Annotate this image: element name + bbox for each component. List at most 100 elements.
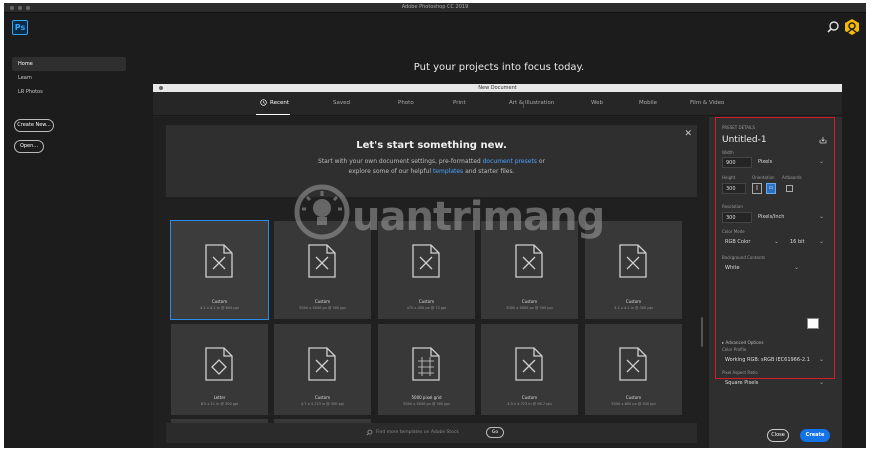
create-button[interactable]: Create: [800, 429, 830, 442]
nav-item-lr-photos[interactable]: LR Photos: [12, 85, 126, 99]
tagline: Put your projects into focus today.: [413, 62, 585, 73]
width-unit-select[interactable]: Pixels ⌄: [755, 157, 827, 168]
advanced-options-toggle[interactable]: ▸ Advanced Options: [722, 340, 764, 345]
bit-depth-select[interactable]: 16 bit ⌄: [787, 237, 827, 248]
left-nav: Home Learn LR Photos: [12, 57, 126, 99]
tab-saved[interactable]: Saved: [333, 100, 350, 106]
search-icon: [366, 429, 373, 436]
color-mode-select[interactable]: RGB Color ⌄: [722, 237, 782, 248]
resolution-label: Resolution: [722, 204, 743, 209]
chevron-down-icon: ⌄: [818, 379, 824, 386]
preset-details-label: PRESET DETAILS: [722, 125, 755, 130]
item-size: 4.7 x 4.723 in @ 300 ppi: [300, 402, 345, 406]
width-input[interactable]: 900: [722, 157, 752, 168]
item-size: 4.5 x 4.723 in @ 96.7 ppi: [507, 402, 552, 406]
color-profile-label: Color Profile: [722, 347, 747, 352]
tab-film-video[interactable]: Film & Video: [690, 100, 724, 106]
resolution-input[interactable]: 300: [722, 212, 752, 223]
dialog-close-dot[interactable]: [159, 86, 163, 90]
height-input[interactable]: 300: [722, 183, 746, 194]
stock-search-bar: Find more templates on Adobe Stock Go: [166, 423, 697, 443]
document-presets-link[interactable]: document presets: [483, 158, 537, 165]
chevron-down-icon: ⌄: [818, 356, 824, 363]
item-name: 5000 pixel grid: [411, 395, 442, 400]
close-button[interactable]: Close: [767, 429, 789, 442]
photoshop-window: Adobe Photoshop CC 2019 Ps Home Learn LR…: [4, 3, 866, 448]
document-icon: [412, 244, 440, 278]
item-name: Custom: [521, 299, 538, 304]
item-name: Letter: [213, 395, 226, 400]
banner-line-2: explore some of our helpful templates an…: [348, 168, 515, 175]
title-bar: Adobe Photoshop CC 2019: [4, 3, 866, 13]
document-icon: [412, 347, 440, 381]
chevron-down-icon: ⌄: [818, 238, 824, 245]
tab-photo[interactable]: Photo: [398, 100, 414, 106]
item-size: 5000 x 5000 px @ 300 ppi: [403, 402, 450, 406]
item-size: 5000 x 5000 px @ 300 ppi: [299, 306, 346, 310]
item-name: Custom: [625, 395, 642, 400]
resolution-unit-select[interactable]: Pixels/Inch ⌄: [755, 212, 827, 223]
artboards-label: Artboards: [782, 175, 802, 180]
stock-search-input[interactable]: Find more templates on Adobe Stock: [376, 430, 459, 435]
recent-item[interactable]: Custom 4.7 x 4.723 in @ 300 ppi: [274, 324, 371, 415]
recent-item[interactable]: Custom 4.1 x 4.1 in @ 600 ppi: [170, 220, 269, 320]
item-size: 4.1 x 4.1 in @ 300 ppi: [614, 306, 653, 310]
portrait-orientation-button[interactable]: ▯: [752, 183, 762, 194]
item-size: 5000 x 600 px @ 300 ppi: [611, 402, 656, 406]
document-icon: [515, 244, 543, 278]
tab-web[interactable]: Web: [591, 100, 603, 106]
lightbulb-logo-icon: [294, 184, 350, 240]
nav-item-home[interactable]: Home: [12, 57, 126, 71]
chevron-down-icon: ⌄: [818, 158, 824, 165]
recent-content: Let's start something new. Start with yo…: [153, 117, 709, 448]
tab-art-illustration[interactable]: Art & Illustration: [509, 100, 554, 106]
landscape-orientation-button[interactable]: ▭: [766, 183, 776, 194]
background-color-swatch[interactable]: [807, 318, 819, 329]
orientation-label: Orientation: [752, 175, 775, 180]
artboards-checkbox[interactable]: [786, 185, 793, 192]
tab-print[interactable]: Print: [453, 100, 466, 106]
create-new-button[interactable]: Create New...: [14, 119, 54, 132]
scrollbar[interactable]: [701, 317, 703, 347]
tab-mobile[interactable]: Mobile: [639, 100, 657, 106]
background-label: Background Contents: [722, 255, 766, 260]
dialog-title: New Document: [153, 84, 842, 92]
go-button[interactable]: Go: [486, 427, 504, 438]
chevron-down-icon: ⌄: [793, 264, 799, 271]
close-icon[interactable]: ✕: [684, 129, 692, 139]
color-mode-label: Color Mode: [722, 229, 745, 234]
document-icon: [308, 244, 336, 278]
pixel-aspect-select[interactable]: Square Pixels ⌄: [722, 378, 827, 389]
search-icon[interactable]: [826, 20, 840, 34]
item-name: Custom: [314, 395, 331, 400]
item-size: 470 x 450 px @ 72 ppi: [406, 306, 447, 310]
document-icon: [308, 347, 336, 381]
recent-item[interactable]: Custom 4.5 x 4.723 in @ 96.7 ppi: [481, 324, 578, 415]
chevron-down-icon: ⌄: [773, 238, 779, 245]
height-label: Height: [722, 175, 736, 180]
app-header: Ps: [4, 14, 866, 44]
open-button[interactable]: Open...: [14, 140, 44, 153]
photoshop-logo[interactable]: Ps: [12, 20, 28, 35]
tab-recent[interactable]: Recent: [270, 100, 289, 106]
new-document-dialog: New Document Recent Saved Photo Print Ar…: [153, 84, 842, 448]
item-name: Custom: [211, 299, 228, 304]
creative-cloud-icon[interactable]: [844, 18, 860, 36]
document-icon: [515, 347, 543, 381]
recent-item[interactable]: Letter 8.5 x 11 in @ 300 ppi: [171, 324, 268, 415]
watermark: uantrimang: [294, 178, 605, 248]
width-label: Width: [722, 150, 734, 155]
recent-item[interactable]: Custom 5000 x 600 px @ 300 ppi: [585, 324, 682, 415]
save-preset-icon[interactable]: [819, 136, 827, 144]
document-name-field[interactable]: Untitled-1: [722, 135, 767, 145]
item-size: 4.1 x 4.1 in @ 600 ppi: [200, 306, 239, 310]
item-size: 5000 x 5000 px @ 300 ppi: [506, 306, 553, 310]
recent-item[interactable]: 5000 pixel grid 5000 x 5000 px @ 300 ppi: [378, 324, 475, 415]
document-icon: [205, 244, 233, 278]
background-select[interactable]: White ⌄: [722, 263, 802, 274]
templates-link[interactable]: templates: [433, 168, 463, 175]
preset-details-panel: PRESET DETAILS Untitled-1 Width 900 Pixe…: [709, 117, 842, 448]
color-profile-select[interactable]: Working RGB: sRGB IEC61966-2.1 ⌄: [722, 355, 827, 366]
banner-line-1: Start with your own document settings, p…: [318, 158, 545, 165]
nav-item-learn[interactable]: Learn: [12, 71, 126, 85]
